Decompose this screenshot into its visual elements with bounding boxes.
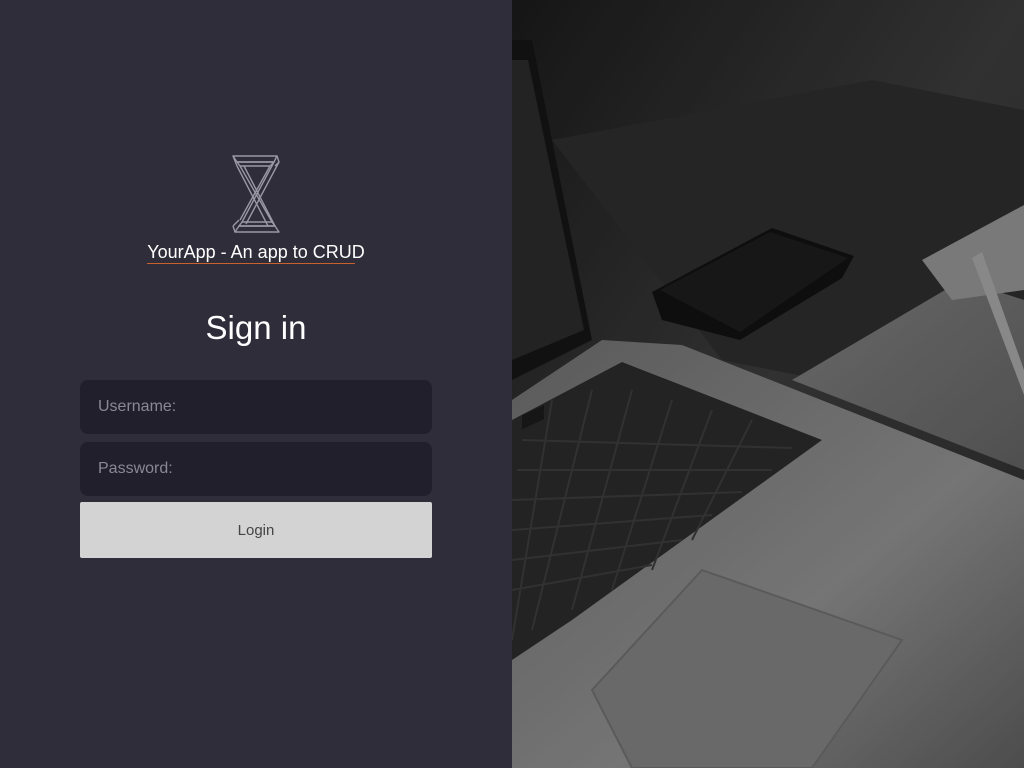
login-button[interactable]: Login [80, 502, 432, 558]
app-title: YourApp - An app to CRUD [147, 242, 365, 262]
password-input[interactable] [98, 460, 414, 478]
app-logo-icon [232, 155, 280, 233]
username-field[interactable] [80, 380, 432, 434]
signin-heading: Sign in [205, 309, 307, 346]
username-input[interactable] [98, 398, 414, 416]
password-field[interactable] [80, 442, 432, 496]
laptop-photo-illustration [512, 0, 1024, 768]
login-page: YourApp - An app to CRUD Sign in Login [0, 0, 1024, 768]
title-underline [147, 263, 355, 264]
login-panel: YourApp - An app to CRUD Sign in Login [0, 0, 512, 768]
background-photo [512, 0, 1024, 768]
